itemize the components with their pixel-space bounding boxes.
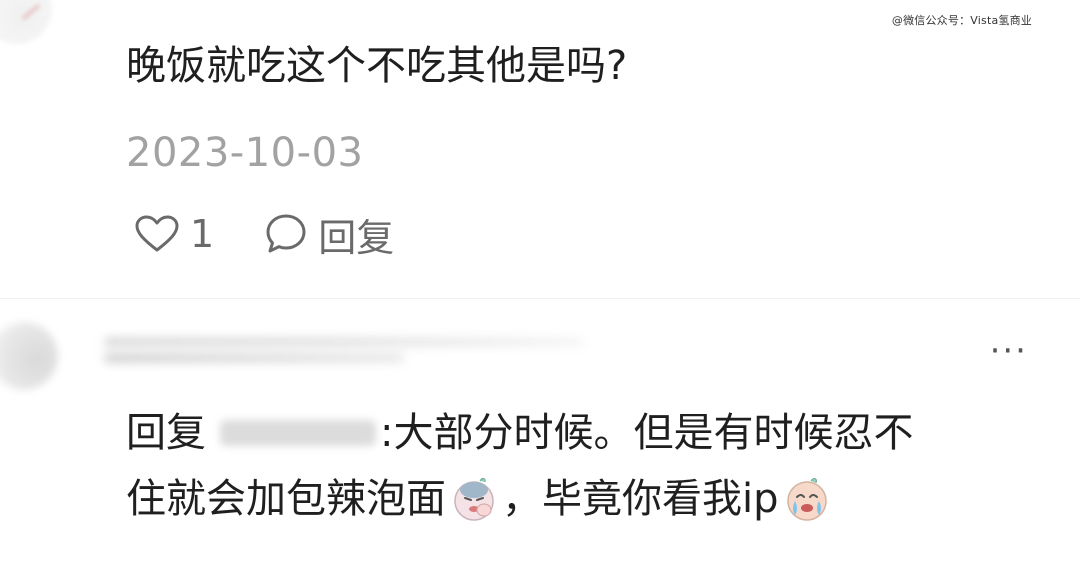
reply-text-part-2: 住就会加包辣泡面 [126,476,446,522]
replier-name-blurred [104,330,604,370]
reply-prefix: 回复 [126,410,206,456]
like-count: 1 [190,212,215,256]
reply-text: 回复 :大部分时候。但是有时候忍不 住就会加包辣泡面 ，毕竟你看我ip [126,400,1056,532]
more-options-button[interactable]: ··· [990,334,1028,368]
watermark: @微信公众号：Vista氢商业 [891,14,1032,27]
reply-text-part-1: :大部分时候。但是有时候忍不 [380,410,914,456]
speech-bubble-icon [264,212,308,256]
comment-date: 2023-10-03 [126,130,364,176]
commenter-avatar[interactable] [0,0,52,44]
reply-label: 回复 [318,215,395,260]
divider [0,298,1080,299]
reply-line-2: 住就会加包辣泡面 ，毕竟你看我ip [126,466,1056,532]
facepalm-emoji-icon [450,475,498,523]
replier-avatar[interactable] [0,322,58,390]
mentioned-user-blurred[interactable] [220,420,376,446]
reply-line-1: 回复 :大部分时候。但是有时候忍不 [126,400,1056,466]
comment-text: 晚饭就吃这个不吃其他是吗? [126,43,628,89]
heart-icon [134,214,180,254]
reply-button[interactable]: 回复 [264,207,394,262]
like-button[interactable]: 1 [134,212,214,256]
avatar-decoration [21,3,41,21]
comment-actions: 1 回复 [134,206,394,262]
crying-emoji-icon [783,475,831,523]
reply-text-part-3: ，毕竟你看我ip [502,476,779,522]
